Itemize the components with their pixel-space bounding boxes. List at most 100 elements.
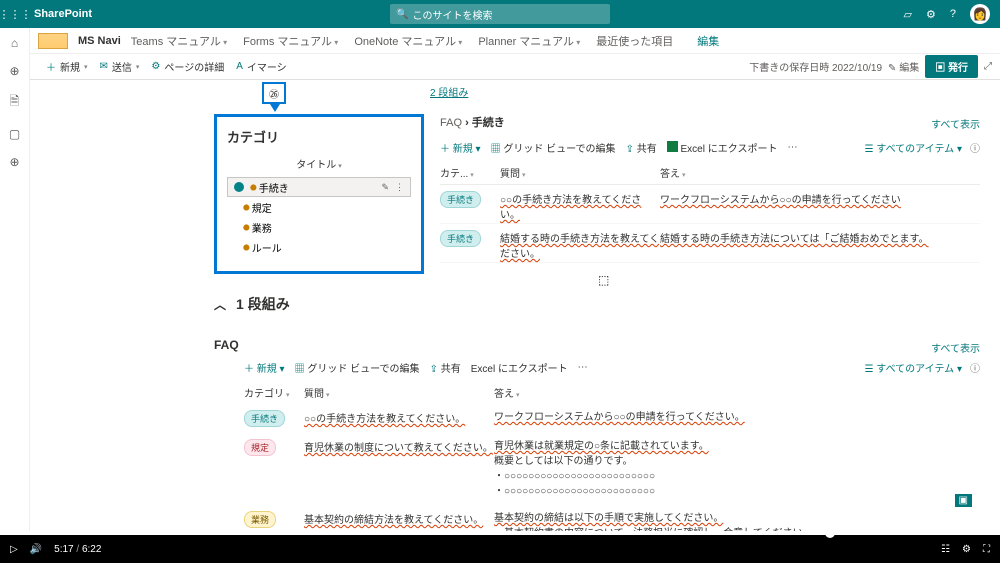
category-row[interactable]: ⬤ルール bbox=[227, 237, 411, 257]
page-icon[interactable]: ▢ bbox=[9, 127, 20, 141]
col-category[interactable]: カテゴリ bbox=[244, 385, 304, 400]
cc-icon[interactable]: ☷ bbox=[941, 544, 950, 555]
faq-title: FAQ bbox=[214, 338, 980, 352]
edit-icon[interactable]: ✎ bbox=[381, 182, 389, 193]
toolbar-more-icon[interactable]: ⋯ bbox=[578, 362, 588, 373]
toolbar-share[interactable]: ⇪ 共有 bbox=[430, 360, 461, 375]
col-category[interactable]: カテ... bbox=[440, 165, 500, 180]
draft-status: 下書きの保存日時 2022/10/19 bbox=[749, 59, 882, 74]
play-icon[interactable]: ▷ bbox=[10, 544, 18, 555]
col-question[interactable]: 質問 bbox=[500, 165, 660, 180]
suite-brand[interactable]: SharePoint bbox=[30, 8, 92, 20]
col-question[interactable]: 質問 bbox=[304, 385, 494, 400]
category-row-selected[interactable]: ⬤手続き ✎⋮ bbox=[227, 177, 411, 197]
megaphone-icon[interactable]: ▱ bbox=[904, 8, 912, 21]
category-row[interactable]: ⬤規定 bbox=[227, 197, 411, 217]
toolbar-export[interactable]: Excel にエクスポート bbox=[471, 360, 568, 375]
info-icon[interactable]: ⓘ bbox=[970, 140, 980, 155]
toolbar-new[interactable]: ＋ 新規 ▾ bbox=[244, 360, 285, 375]
cmd-page-details[interactable]: ⚙ページの詳細 bbox=[145, 59, 230, 74]
nav-onenote[interactable]: OneNote マニュアル bbox=[354, 33, 462, 49]
category-item-label: 規定 bbox=[252, 200, 272, 215]
cmd-edit[interactable]: ✎ 編集 bbox=[888, 59, 919, 74]
col-answer[interactable]: 答え bbox=[494, 385, 980, 400]
nav-forms[interactable]: Forms マニュアル bbox=[243, 33, 338, 49]
cell-answer: 育児休業は就業規定の○条に記載されています。概要としては以下の通りです。・○○○… bbox=[494, 439, 980, 499]
radio-selected-icon bbox=[234, 182, 244, 192]
table-row[interactable]: 手続き 結婚する時の手続き方法を教えてください。 結婚する時の手続き方法について… bbox=[440, 224, 980, 263]
toolbar-grid-edit[interactable]: ▦ グリッド ビューでの編集 bbox=[295, 360, 420, 375]
table-row[interactable]: 手続き ○○の手続き方法を教えてください。 ワークフローシステムから○○の申請を… bbox=[440, 185, 980, 224]
doc-icon[interactable]: 🗎 bbox=[10, 92, 20, 113]
nav-teams[interactable]: Teams マニュアル bbox=[131, 33, 227, 49]
category-row[interactable]: ⬤業務 bbox=[227, 217, 411, 237]
category-badge: 手続き bbox=[440, 230, 481, 247]
table-row[interactable]: 規定育児休業の制度について教えてください。育児休業は就業規定の○条に記載されてい… bbox=[244, 433, 980, 505]
cell-question: 育児休業の制度について教えてください。 bbox=[304, 439, 494, 499]
video-time: 5:17 / 6:22 bbox=[54, 544, 101, 555]
nav-planner[interactable]: Planner マニュアル bbox=[478, 33, 580, 49]
section-title: 1 段組み bbox=[236, 294, 290, 314]
faq-table: カテ... 質問 答え 手続き ○○の手続き方法を教えてください。 ワークフロー… bbox=[440, 165, 980, 263]
home-icon[interactable]: ⌂ bbox=[11, 36, 18, 50]
settings-icon[interactable]: ⚙ bbox=[962, 544, 971, 555]
toolbar-share[interactable]: ⇪ 共有 bbox=[626, 140, 657, 155]
category-webpart: カテゴリ タイトル ⬤手続き ✎⋮ ⬤規定 ⬤業務 ⬤ルール bbox=[214, 114, 424, 274]
video-track[interactable] bbox=[0, 531, 1000, 535]
cell-question: ○○の手続き方法を教えてください。 bbox=[500, 191, 660, 221]
cursor-icon: ⬚ bbox=[598, 273, 609, 287]
toolbar-new[interactable]: ＋ 新規 ▾ bbox=[440, 140, 481, 155]
section-1col-header[interactable]: ︿ 1 段組み bbox=[214, 294, 290, 314]
category-item-label: 手続き bbox=[259, 180, 289, 195]
search-container: 🔍 このサイトを検索 bbox=[390, 4, 610, 24]
cmd-expand-icon[interactable]: ⤢ bbox=[984, 61, 992, 72]
more-icon[interactable]: ⋮ bbox=[395, 182, 404, 193]
cmd-new[interactable]: ＋新規 ▾ bbox=[40, 59, 94, 74]
category-item-label: ルール bbox=[252, 240, 282, 255]
cmd-send[interactable]: ✉送信 ▾ bbox=[94, 59, 146, 74]
show-all-link[interactable]: すべて表示 bbox=[931, 116, 980, 131]
cmd-publish[interactable]: ▣ 発行 bbox=[925, 55, 978, 78]
site-header: MS Navi Teams マニュアル Forms マニュアル OneNote … bbox=[0, 28, 1000, 54]
app-rail: ⌂ ⊕ 🗎 ▢ ⊕ bbox=[0, 28, 30, 535]
scrubber-knob[interactable] bbox=[825, 528, 835, 538]
toolbar-export[interactable]: Excel にエクスポート bbox=[667, 140, 778, 155]
breadcrumb-root[interactable]: FAQ bbox=[440, 117, 462, 129]
page-canvas: 2 段組み ㉖ カテゴリ タイトル ⬤手続き ✎⋮ ⬤規定 ⬤業務 ⬤ルール F… bbox=[30, 80, 1000, 535]
site-name[interactable]: MS Navi bbox=[78, 35, 121, 47]
cmd-immersive[interactable]: Aイマーシ bbox=[230, 59, 292, 74]
app-launcher-icon[interactable]: ⋮⋮⋮ bbox=[0, 8, 30, 21]
video-controls: ▷ 🔊 5:17 / 6:22 ☷ ⚙ ⛶ bbox=[0, 535, 1000, 563]
table-row[interactable]: 手続き○○の手続き方法を教えてください。ワークフローシステムから○○の申請を行っ… bbox=[244, 404, 980, 433]
anchor-2col[interactable]: 2 段組み bbox=[430, 84, 468, 99]
faq-full-webpart: FAQ すべて表示 ＋ 新規 ▾ ▦ グリッド ビューでの編集 ⇪ 共有 Exc… bbox=[214, 338, 980, 535]
cell-answer: ワークフローシステムから○○の申請を行ってください bbox=[660, 191, 980, 221]
volume-icon[interactable]: 🔊 bbox=[30, 544, 42, 555]
settings-icon[interactable]: ⚙ bbox=[926, 8, 936, 21]
suite-header: ⋮⋮⋮ SharePoint 🔍 このサイトを検索 ▱ ⚙ ? 👩 bbox=[0, 0, 1000, 28]
save-badge: ▣ bbox=[955, 494, 972, 507]
search-input[interactable]: 🔍 このサイトを検索 bbox=[390, 4, 610, 24]
help-icon[interactable]: ? bbox=[950, 8, 956, 20]
view-selector[interactable]: ☰ すべてのアイテム ▾ bbox=[865, 360, 962, 375]
view-selector[interactable]: ☰ すべてのアイテム ▾ bbox=[865, 140, 962, 155]
show-all-link[interactable]: すべて表示 bbox=[931, 340, 980, 355]
site-logo[interactable] bbox=[38, 33, 68, 49]
col-answer[interactable]: 答え bbox=[660, 165, 980, 180]
table-header: カテ... 質問 答え bbox=[440, 165, 980, 185]
globe-icon[interactable]: ⊕ bbox=[9, 64, 19, 78]
fullscreen-icon[interactable]: ⛶ bbox=[983, 544, 990, 555]
nav-edit-link[interactable]: 編集 bbox=[697, 33, 719, 49]
toolbar-grid-edit[interactable]: ▦ グリッド ビューでの編集 bbox=[491, 140, 616, 155]
category-column-header[interactable]: タイトル bbox=[227, 156, 411, 171]
info-icon[interactable]: ⓘ bbox=[970, 360, 980, 375]
add-icon[interactable]: ⊕ bbox=[9, 155, 19, 169]
step-marker: ㉖ bbox=[262, 82, 286, 104]
search-icon: 🔍 bbox=[396, 9, 408, 20]
category-badge: 手続き bbox=[244, 410, 285, 427]
category-title: カテゴリ bbox=[227, 127, 411, 146]
toolbar-more-icon[interactable]: ⋯ bbox=[787, 142, 797, 153]
search-placeholder: このサイトを検索 bbox=[412, 7, 492, 22]
nav-recent[interactable]: 最近使った項目 bbox=[596, 33, 673, 49]
avatar[interactable]: 👩 bbox=[970, 4, 990, 24]
